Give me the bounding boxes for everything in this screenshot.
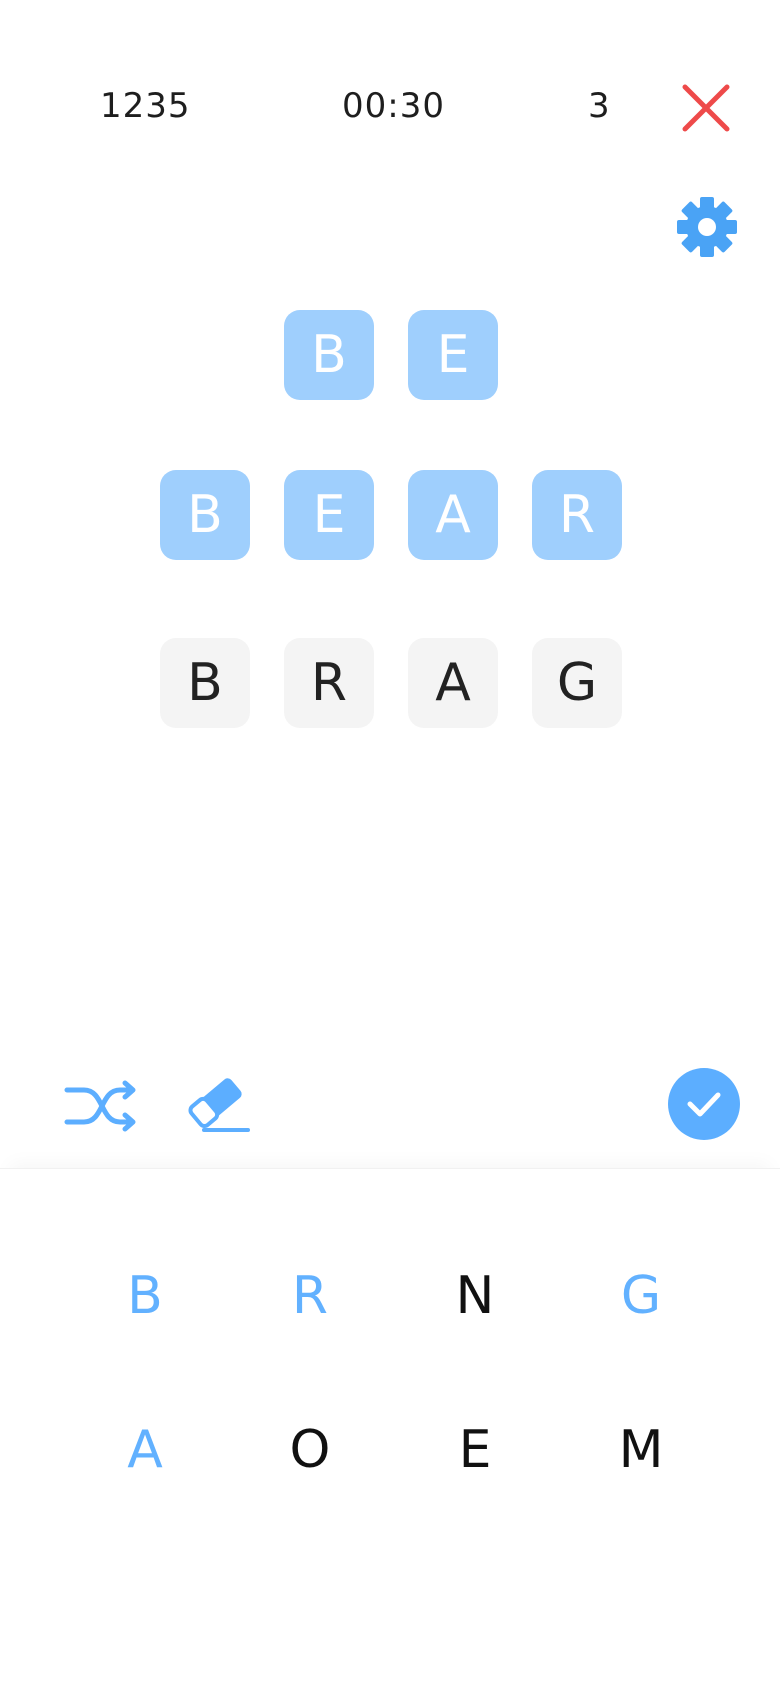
key-o[interactable]: O <box>255 1395 365 1505</box>
eraser-button[interactable] <box>184 1066 254 1136</box>
solved-word-1: B E <box>284 310 498 400</box>
shuffle-button[interactable] <box>64 1078 138 1134</box>
gear-icon <box>677 197 737 257</box>
lives-counter: 3 <box>588 86 611 126</box>
letter-tile: A <box>408 470 498 560</box>
letter-tile: R <box>532 470 622 560</box>
solved-word-2: B E A R <box>160 470 622 560</box>
input-letter-tile[interactable]: G <box>532 638 622 728</box>
current-word: B R A G <box>160 638 622 728</box>
key-e[interactable]: E <box>420 1395 530 1505</box>
input-letter-tile[interactable]: B <box>160 638 250 728</box>
key-b[interactable]: B <box>90 1241 200 1351</box>
tool-bar <box>0 1066 780 1146</box>
close-button[interactable] <box>680 82 732 134</box>
key-g[interactable]: G <box>586 1241 696 1351</box>
submit-button[interactable] <box>668 1068 740 1140</box>
timer: 00:30 <box>342 86 445 126</box>
top-bar: 1235 00:30 3 <box>0 72 780 138</box>
letter-tile: E <box>284 470 374 560</box>
key-m[interactable]: M <box>586 1395 696 1505</box>
settings-button[interactable] <box>676 196 738 258</box>
input-letter-tile[interactable]: R <box>284 638 374 728</box>
shuffle-icon <box>64 1080 136 1132</box>
key-a[interactable]: A <box>90 1395 200 1505</box>
letter-tile: B <box>284 310 374 400</box>
check-icon <box>687 1092 721 1117</box>
letter-tile: B <box>160 470 250 560</box>
input-letter-tile[interactable]: A <box>408 638 498 728</box>
score-counter: 1235 <box>100 86 191 126</box>
letter-keyboard: B R N G A O E M <box>0 1168 780 1689</box>
close-icon <box>682 84 730 132</box>
eraser-icon <box>188 1078 250 1132</box>
letter-tile: E <box>408 310 498 400</box>
key-n[interactable]: N <box>420 1241 530 1351</box>
key-r[interactable]: R <box>255 1241 365 1351</box>
